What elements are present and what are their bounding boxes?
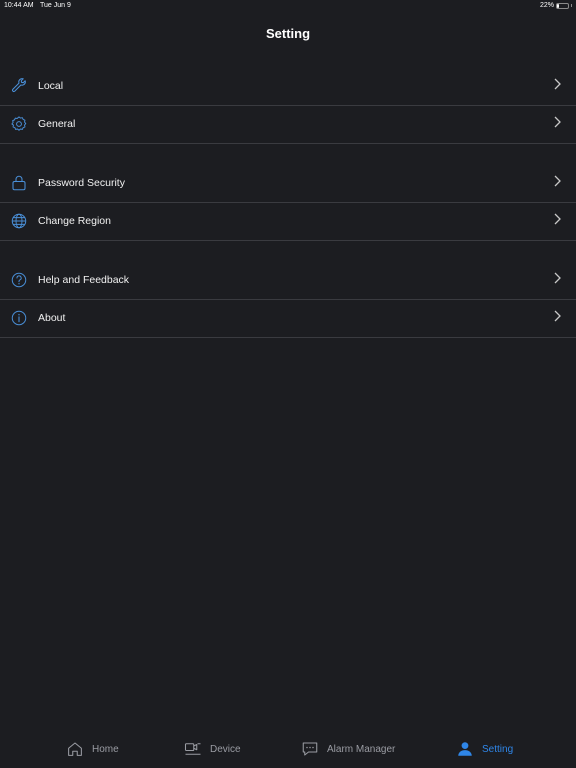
status-date: Tue Jun 9 xyxy=(40,2,71,9)
status-right: 22% xyxy=(540,2,572,9)
globe-icon xyxy=(11,213,27,229)
tab-label: Home xyxy=(92,743,119,755)
message-icon xyxy=(302,742,318,756)
tab-label: Setting xyxy=(482,743,514,755)
settings-row-local[interactable]: Local xyxy=(0,68,576,106)
person-icon xyxy=(458,742,472,756)
status-bar: 10:44 AM Tue Jun 9 22% xyxy=(0,0,576,12)
tab-home[interactable]: Home xyxy=(66,730,119,768)
settings-row-general[interactable]: General xyxy=(0,106,576,144)
settings-row-label: Change Region xyxy=(38,215,111,227)
settings-group-1: Local General xyxy=(0,68,576,144)
settings-row-label: General xyxy=(38,118,76,130)
settings-row-label: Help and Feedback xyxy=(38,274,130,286)
settings-row-password-security[interactable]: Password Security xyxy=(0,165,576,203)
settings-group-3: Help and Feedback About xyxy=(0,262,576,338)
settings-row-label: Password Security xyxy=(38,177,125,189)
info-circle-icon xyxy=(11,310,27,326)
chevron-right-icon xyxy=(554,213,561,225)
battery-percent: 22% xyxy=(539,2,554,9)
chevron-right-icon xyxy=(554,310,561,322)
chevron-right-icon xyxy=(554,116,561,128)
chevron-right-icon xyxy=(554,175,561,187)
settings-row-help-feedback[interactable]: Help and Feedback xyxy=(0,262,576,300)
help-circle-icon xyxy=(11,272,27,288)
battery-fill xyxy=(557,3,560,8)
page-title: Setting xyxy=(265,26,311,41)
settings-row-about[interactable]: About xyxy=(0,300,576,338)
tab-alarm-manager[interactable]: Alarm Manager xyxy=(301,730,395,768)
tab-setting[interactable]: Setting xyxy=(456,730,513,768)
chevron-right-icon xyxy=(554,272,561,284)
home-icon xyxy=(68,742,82,756)
tab-device[interactable]: Device xyxy=(184,730,241,768)
battery-tip xyxy=(571,4,572,7)
tab-bar: Home Device Alarm Manager Setting xyxy=(0,730,576,768)
tab-label: Alarm Manager xyxy=(327,743,396,755)
gear-icon xyxy=(11,116,27,131)
wrench-icon xyxy=(12,78,26,93)
battery-icon xyxy=(556,2,569,9)
lock-icon xyxy=(12,175,26,191)
settings-group-2: Password Security Change Region xyxy=(0,165,576,241)
status-time: 10:44 AM xyxy=(4,2,34,9)
settings-row-change-region[interactable]: Change Region xyxy=(0,203,576,241)
tab-label: Device xyxy=(210,743,241,755)
settings-row-label: Local xyxy=(38,80,64,92)
chevron-right-icon xyxy=(554,78,561,90)
camera-icon xyxy=(184,743,201,755)
settings-row-label: About xyxy=(38,312,66,324)
